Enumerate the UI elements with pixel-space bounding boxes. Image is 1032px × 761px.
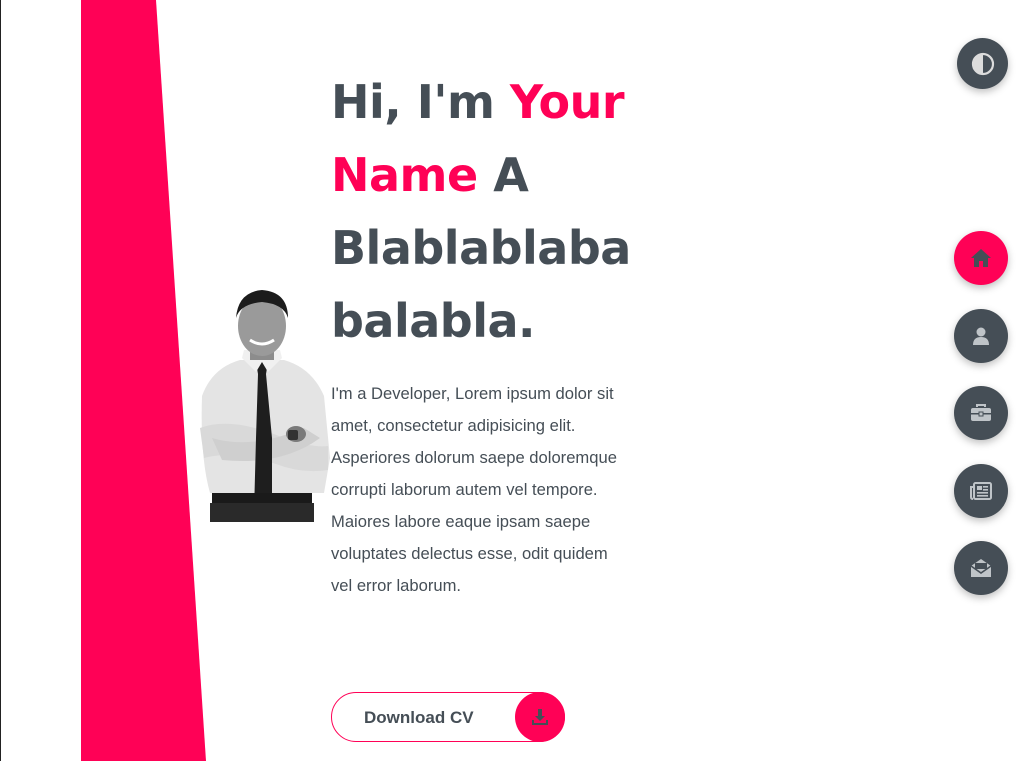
envelope-open-icon	[970, 558, 992, 578]
nav-blog-button[interactable]	[954, 464, 1008, 518]
download-icon	[515, 692, 565, 742]
home-icon	[970, 248, 992, 268]
download-cv-button[interactable]: Download CV	[331, 692, 565, 742]
nav-about-button[interactable]	[954, 309, 1008, 363]
nav-contact-button[interactable]	[954, 541, 1008, 595]
profile-photo	[200, 290, 330, 522]
download-cv-label: Download CV	[364, 708, 474, 727]
theme-toggle-button[interactable]	[957, 38, 1008, 89]
briefcase-icon	[970, 403, 992, 423]
nav-home-button[interactable]	[954, 231, 1008, 285]
hero-title-prefix: Hi, I'm	[331, 75, 495, 129]
hero-title: Hi, I'm Your Name A Blablablaba balabla.	[331, 66, 651, 358]
hero-description: I'm a Developer, Lorem ipsum dolor sit a…	[331, 384, 617, 595]
hero-section: Hi, I'm Your Name A Blablablaba balabla.…	[331, 66, 651, 602]
newspaper-icon	[970, 481, 992, 501]
nav-portfolio-button[interactable]	[954, 386, 1008, 440]
half-circle-icon	[970, 51, 996, 77]
user-icon	[971, 326, 991, 346]
accent-slant-shape	[81, 0, 206, 761]
